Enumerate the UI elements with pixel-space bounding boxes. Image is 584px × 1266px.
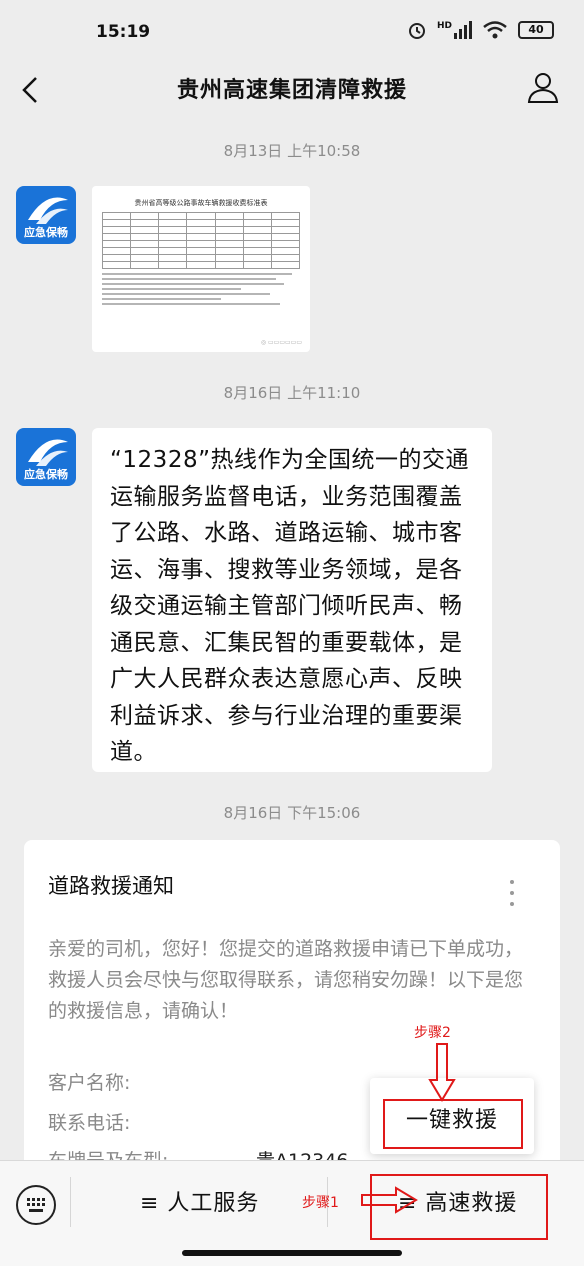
customer-name-label: 客户名称: — [48, 1072, 131, 1094]
manual-service-button[interactable]: ≡ 人工服务 — [140, 1185, 259, 1217]
document-notes — [102, 273, 300, 305]
message-line: 广大人民群众表达意愿心声、反映 — [110, 666, 463, 692]
battery-icon: 40 — [518, 21, 554, 39]
step2-highlight-box — [383, 1099, 523, 1149]
message-line: “12328”热线作为全国统一的交通 — [110, 447, 469, 473]
text-message[interactable]: “12328”热线作为全国统一的交通 运输服务监督电话，业务范围覆盖 了公路、水… — [92, 428, 492, 772]
page-title: 贵州高速集团清障救援 — [176, 78, 407, 103]
wifi-icon — [483, 21, 507, 39]
hd-signal-icon: HD — [437, 21, 472, 39]
user-profile-icon[interactable] — [526, 70, 560, 104]
avatar-label: 应急保畅 — [24, 226, 68, 239]
status-bar: 15:19 HD 40 — [0, 0, 584, 62]
avatar[interactable]: 应急保畅 — [16, 428, 76, 486]
card-body: 亲爱的司机，您好！您提交的道路救援申请已下单成功，救援人员会尽快与您取得联系，请… — [48, 938, 524, 1022]
more-options-icon[interactable] — [510, 880, 516, 910]
step1-annotation: 步骤1 — [302, 1195, 339, 1211]
message-line: 级交通运输主管部门倾听民声、畅 — [110, 593, 463, 619]
watermark-icon: ◎ ▭▭▭▭▭▭ — [260, 339, 302, 346]
message-line: 利益诉求、参与行业治理的重要渠 — [110, 702, 463, 729]
step2-arrow-icon — [428, 1043, 456, 1102]
message-line: 通民意、汇集民智的重要载体，是 — [110, 629, 463, 656]
step2-annotation: 步骤2 — [414, 1025, 451, 1041]
message-timestamp: 8月13日 上午10:58 — [223, 142, 361, 160]
phone-label: 联系电话: — [48, 1112, 131, 1134]
image-message[interactable]: 贵州省高等级公路事故车辆救援收费标准表 ◎ ▭▭▭▭▭▭ — [92, 186, 310, 352]
step1-highlight-box — [370, 1174, 548, 1240]
message-timestamp: 8月16日 上午11:10 — [223, 384, 361, 402]
status-time: 15:19 — [96, 22, 151, 42]
keyboard-icon[interactable] — [16, 1185, 56, 1225]
message-line: 运输服务监督电话，业务范围覆盖 — [110, 483, 463, 510]
message-line: 道。 — [110, 739, 157, 765]
status-icons: HD 40 — [407, 20, 554, 40]
card-title: 道路救援通知 — [48, 874, 174, 898]
document-title: 贵州省高等级公路事故车辆救援收费标准表 — [134, 199, 268, 207]
keyboard-keys-icon — [27, 1198, 45, 1212]
document-table — [101, 212, 301, 269]
menu-divider — [70, 1177, 71, 1227]
message-timestamp: 8月16日 下午15:06 — [223, 804, 361, 822]
message-line: 了公路、水路、道路运输、城市客 — [110, 520, 463, 546]
avatar-label: 应急保畅 — [24, 468, 68, 481]
avatar[interactable]: 应急保畅 — [16, 186, 76, 244]
nav-bar: 贵州高速集团清障救援 — [0, 62, 584, 120]
home-indicator[interactable] — [182, 1250, 402, 1256]
alarm-icon — [408, 23, 425, 39]
message-line: 运、海事、搜救等业务领域，是各 — [110, 556, 463, 583]
